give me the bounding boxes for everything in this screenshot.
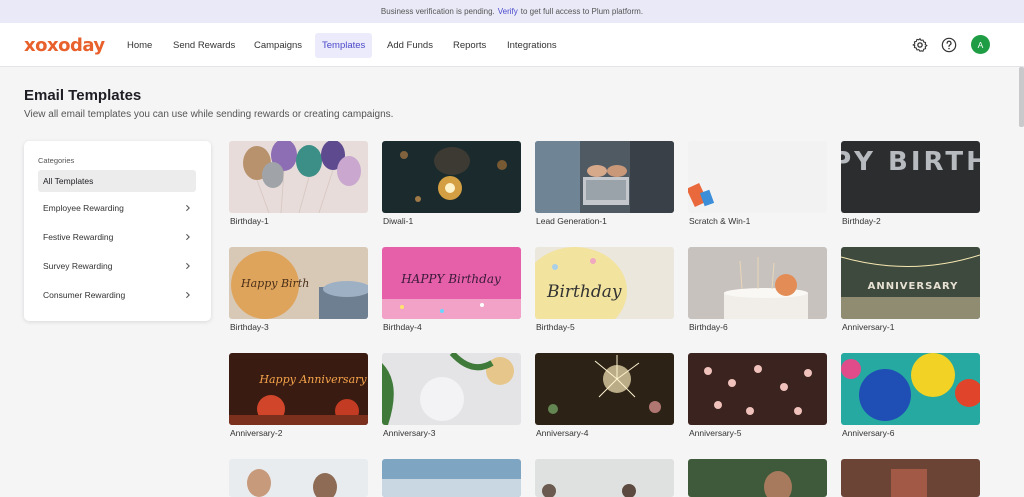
category-label: All Templates <box>43 176 94 186</box>
verification-banner: Business verification is pending. Verify… <box>0 0 1024 23</box>
thumb-text: Birthday <box>546 282 622 302</box>
template-name: Anniversary-2 <box>230 428 283 438</box>
thumb-text: HAPPY BIRTHDAY <box>841 147 980 177</box>
template-card[interactable] <box>688 459 827 497</box>
banner-text-after: to get full access to Plum platform. <box>520 7 644 16</box>
template-card-birthday-3[interactable]: Happy Birth Birthday-3 <box>229 247 368 332</box>
template-name: Diwali-1 <box>383 216 414 226</box>
template-thumbnail: Happy Birth <box>229 247 368 319</box>
chevron-right-icon <box>186 204 190 212</box>
template-name: Anniversary-6 <box>842 428 895 438</box>
template-name: Birthday-5 <box>536 322 575 332</box>
template-card-birthday-4[interactable]: HAPPY Birthday Birthday-4 <box>382 247 521 332</box>
nav-send-rewards[interactable]: Send Rewards <box>166 33 242 58</box>
nav-templates[interactable]: Templates <box>315 33 373 58</box>
template-name: Birthday-3 <box>230 322 269 332</box>
category-label: Employee Rewarding <box>43 203 124 213</box>
template-thumbnail <box>841 459 980 497</box>
template-thumbnail: ANNIVERSARY <box>841 247 980 319</box>
page-title: Email Templates <box>24 87 142 104</box>
verify-link[interactable]: Verify <box>498 7 518 16</box>
template-card-lead-generation-1[interactable]: Lead Generation-1 <box>535 141 674 226</box>
template-card-anniversary-2[interactable]: Happy Anniversary Anniversary-2 <box>229 353 368 438</box>
template-thumbnail <box>535 459 674 497</box>
user-avatar[interactable]: A <box>971 35 990 54</box>
template-card-anniversary-6[interactable]: Anniversary-6 <box>841 353 980 438</box>
template-name: Birthday-1 <box>230 216 269 226</box>
template-thumbnail: Birthday <box>535 247 674 319</box>
template-name: Birthday-6 <box>689 322 728 332</box>
category-consumer-rewarding[interactable]: Consumer Rewarding <box>38 284 196 306</box>
nav-reports[interactable]: Reports <box>446 33 493 58</box>
category-all-templates[interactable]: All Templates <box>38 170 196 192</box>
template-card-diwali-1[interactable]: Diwali-1 <box>382 141 521 226</box>
template-thumbnail <box>382 459 521 497</box>
chevron-right-icon <box>186 291 190 299</box>
template-name: Birthday-2 <box>842 216 881 226</box>
nav-home[interactable]: Home <box>120 33 159 58</box>
template-name: Anniversary-5 <box>689 428 742 438</box>
template-thumbnail <box>382 141 521 213</box>
category-label: Survey Rewarding <box>43 261 113 271</box>
template-thumbnail: HAPPY BIRTHDAY <box>841 141 980 213</box>
category-employee-rewarding[interactable]: Employee Rewarding <box>38 197 196 219</box>
category-label: Consumer Rewarding <box>43 290 126 300</box>
template-name: Anniversary-1 <box>842 322 895 332</box>
template-name: Scratch & Win-1 <box>689 216 751 226</box>
template-card[interactable] <box>535 459 674 497</box>
template-card[interactable] <box>382 459 521 497</box>
template-thumbnail <box>535 353 674 425</box>
category-survey-rewarding[interactable]: Survey Rewarding <box>38 255 196 277</box>
xoxoday-logo[interactable]: xoxoday <box>24 35 105 56</box>
category-festive-rewarding[interactable]: Festive Rewarding <box>38 226 196 248</box>
template-thumbnail <box>535 141 674 213</box>
template-thumbnail: HAPPY Birthday <box>382 247 521 319</box>
template-card-anniversary-4[interactable]: Anniversary-4 <box>535 353 674 438</box>
nav-campaigns[interactable]: Campaigns <box>247 33 309 58</box>
template-thumbnail <box>382 353 521 425</box>
template-card-anniversary-1[interactable]: ANNIVERSARY Anniversary-1 <box>841 247 980 332</box>
template-name: Lead Generation-1 <box>536 216 607 226</box>
template-name: Anniversary-3 <box>383 428 436 438</box>
template-thumbnail <box>688 141 827 213</box>
template-card-birthday-1[interactable]: Birthday-1 <box>229 141 368 226</box>
categories-panel: Categories All Templates Employee Reward… <box>24 141 211 321</box>
template-thumbnail <box>688 247 827 319</box>
template-thumbnail <box>229 459 368 497</box>
template-thumbnail <box>688 353 827 425</box>
thumb-text: HAPPY Birthday <box>400 272 501 286</box>
template-card[interactable] <box>229 459 368 497</box>
template-card-anniversary-5[interactable]: Anniversary-5 <box>688 353 827 438</box>
help-circle-icon[interactable] <box>941 37 957 53</box>
template-name: Birthday-4 <box>383 322 422 332</box>
gear-icon[interactable] <box>912 37 928 53</box>
page-scrollbar[interactable] <box>1019 67 1024 127</box>
template-card-scratch-win-1[interactable]: Scratch & Win-1 <box>688 141 827 226</box>
thumb-text: ANNIVERSARY <box>868 281 959 292</box>
banner-text: Business verification is pending. <box>380 7 495 16</box>
template-card-birthday-5[interactable]: Birthday Birthday-5 <box>535 247 674 332</box>
thumb-text: Happy Anniversary <box>258 373 367 386</box>
chevron-right-icon <box>186 262 190 270</box>
template-card-anniversary-3[interactable]: Anniversary-3 <box>382 353 521 438</box>
category-label: Festive Rewarding <box>43 232 114 242</box>
template-card-birthday-2[interactable]: HAPPY BIRTHDAY Birthday-2 <box>841 141 980 226</box>
template-thumbnail: Happy Anniversary <box>229 353 368 425</box>
top-navbar: xoxoday Home Send Rewards Campaigns Temp… <box>0 23 1024 67</box>
page-subtitle: View all email templates you can use whi… <box>24 109 394 120</box>
nav-add-funds[interactable]: Add Funds <box>380 33 440 58</box>
template-card-birthday-6[interactable]: Birthday-6 <box>688 247 827 332</box>
chevron-right-icon <box>186 233 190 241</box>
template-thumbnail <box>688 459 827 497</box>
template-card[interactable] <box>841 459 980 497</box>
nav-integrations[interactable]: Integrations <box>500 33 564 58</box>
template-thumbnail <box>841 353 980 425</box>
template-name: Anniversary-4 <box>536 428 589 438</box>
thumb-text: Happy Birth <box>240 277 309 290</box>
categories-heading: Categories <box>38 156 75 165</box>
template-thumbnail <box>229 141 368 213</box>
